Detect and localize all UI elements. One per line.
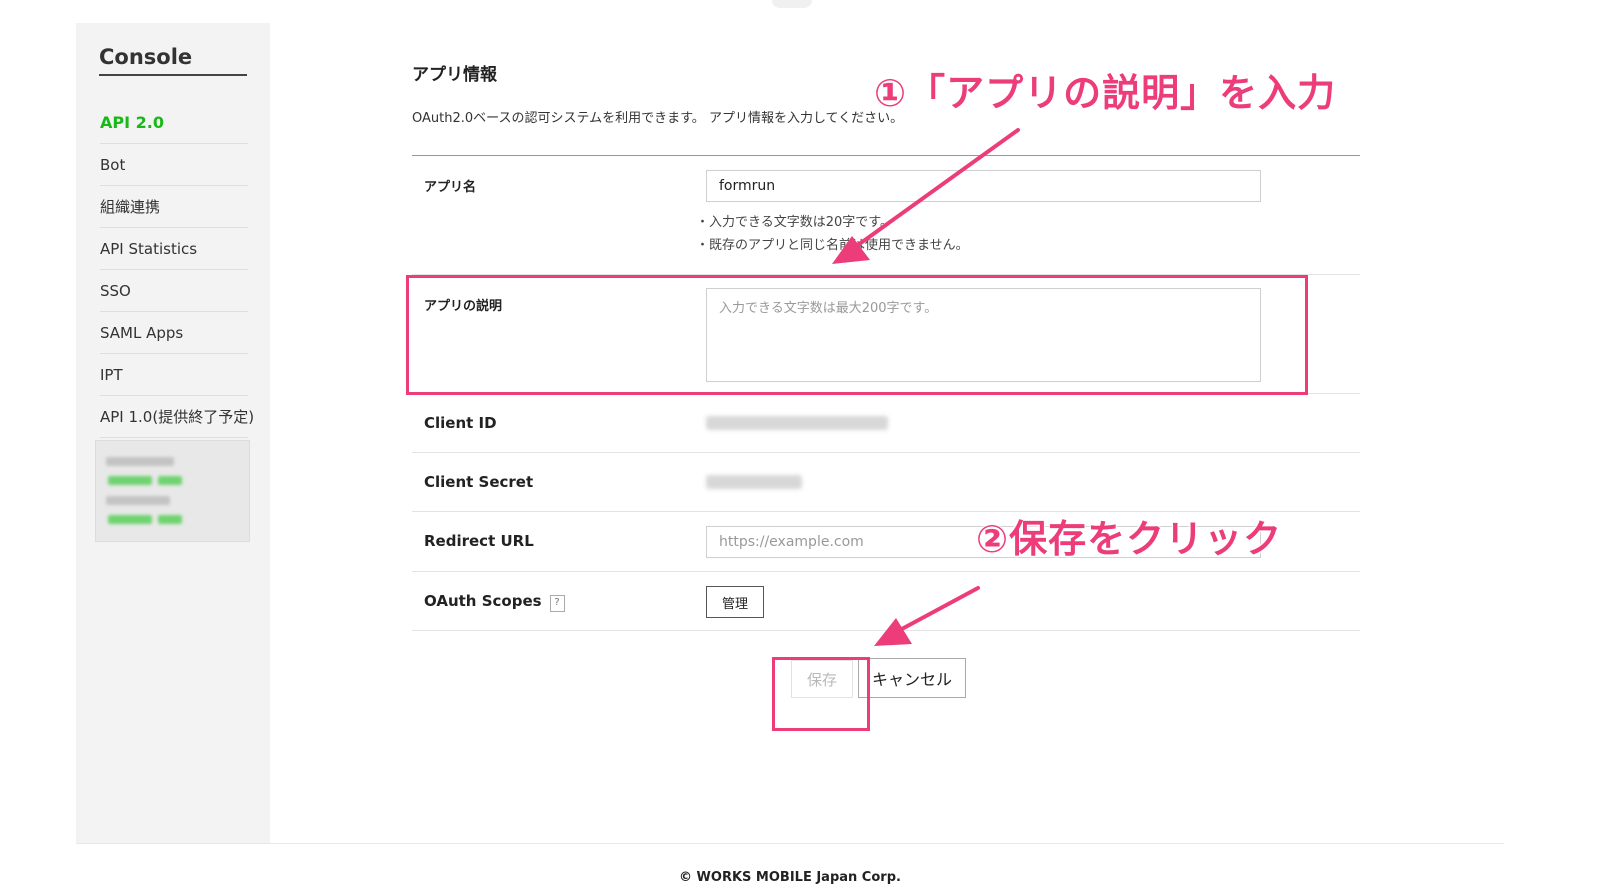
note-max-length: 入力できる文字数は20字です。 xyxy=(702,211,969,234)
sidebar-item-bot[interactable]: Bot xyxy=(100,144,248,186)
client-id-label: Client ID xyxy=(424,414,497,432)
cancel-button[interactable]: キャンセル xyxy=(858,658,966,698)
sidebar-item-api-statistics[interactable]: API Statistics xyxy=(100,228,248,270)
footer-copyright: © WORKS MOBILE Japan Corp. xyxy=(679,870,901,885)
redacted-text xyxy=(106,496,170,505)
sidebar-item-saml-apps[interactable]: SAML Apps xyxy=(100,312,248,354)
redacted-text xyxy=(158,515,182,524)
footer-divider xyxy=(76,843,1504,844)
sidebar-item-org-integration[interactable]: 組織連携 xyxy=(100,186,248,228)
top-notch xyxy=(772,0,812,8)
sidebar-nav: API 2.0 Bot 組織連携 API Statistics SSO SAML… xyxy=(100,100,254,438)
redacted-text xyxy=(108,515,152,524)
sidebar-item-api-2[interactable]: API 2.0 xyxy=(100,100,248,144)
help-icon[interactable]: ? xyxy=(549,595,565,612)
sidebar-item-api-1[interactable]: API 1.0(提供終了予定) xyxy=(100,396,254,438)
redirect-url-label: Redirect URL xyxy=(424,532,534,550)
description-highlight-box xyxy=(406,275,1308,395)
app-name-label: アプリ名 xyxy=(424,180,477,195)
manage-scopes-button[interactable]: 管理 xyxy=(706,586,764,618)
sidebar-item-ipt[interactable]: IPT xyxy=(100,354,248,396)
annotation-step2: ②保存をクリック xyxy=(976,517,1283,561)
profile-card-redacted xyxy=(95,440,250,542)
app-name-input[interactable] xyxy=(706,170,1261,202)
row-client-id: Client ID xyxy=(412,394,1360,453)
annotation-step1: ①「アプリの説明」を入力 xyxy=(874,71,1337,115)
redacted-text xyxy=(108,476,152,485)
oauth-scopes-label: OAuth Scopes? xyxy=(424,592,565,612)
client-id-redacted-value xyxy=(706,416,888,430)
row-app-name: アプリ名 入力できる文字数は20字です。 既存のアプリと同じ名前は使用できません… xyxy=(412,156,1360,275)
page-title: アプリ情報 xyxy=(412,65,497,85)
redacted-text xyxy=(106,457,174,466)
save-highlight-box xyxy=(772,657,870,731)
client-secret-redacted-value xyxy=(706,475,802,489)
page-description: OAuth2.0ベースの認可システムを利用できます。 アプリ情報を入力してくださ… xyxy=(412,111,904,126)
client-secret-label: Client Secret xyxy=(424,473,534,491)
sidebar: Console API 2.0 Bot 組織連携 API Statistics … xyxy=(76,23,270,843)
row-client-secret: Client Secret xyxy=(412,453,1360,512)
app-name-notes: 入力できる文字数は20字です。 既存のアプリと同じ名前は使用できません。 xyxy=(702,211,969,257)
row-oauth-scopes: OAuth Scopes? 管理 xyxy=(412,572,1360,631)
console-title: Console xyxy=(99,45,247,76)
oauth-scopes-label-text: OAuth Scopes xyxy=(424,592,542,610)
note-unique-name: 既存のアプリと同じ名前は使用できません。 xyxy=(702,234,969,257)
sidebar-item-sso[interactable]: SSO xyxy=(100,270,248,312)
redacted-text xyxy=(158,476,182,485)
